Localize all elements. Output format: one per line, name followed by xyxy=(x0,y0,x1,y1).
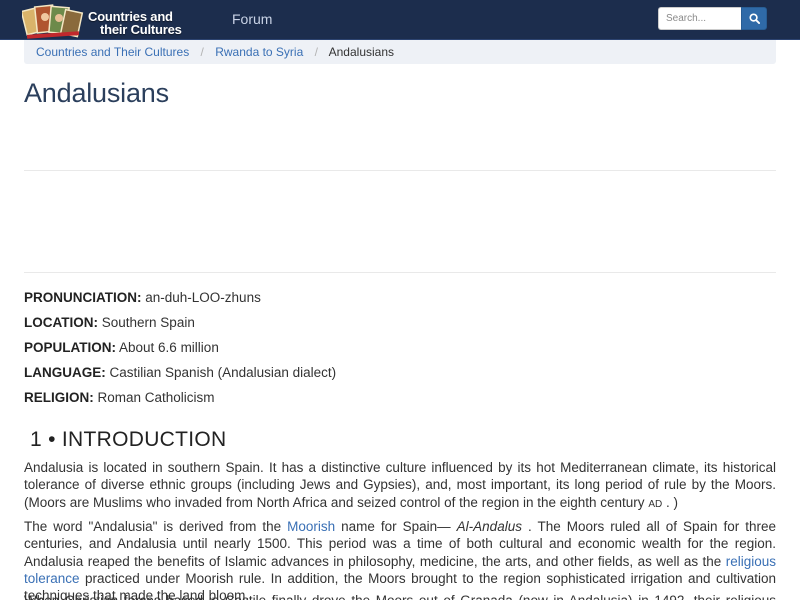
fact-label: LOCATION: xyxy=(24,315,98,330)
italic-term: Al-Andalus xyxy=(456,519,522,534)
intro-paragraph-1: Andalusia is located in southern Spain. … xyxy=(24,459,776,513)
search-icon xyxy=(748,13,760,24)
fact-label: PRONUNCIATION: xyxy=(24,290,142,305)
paragraph-text: . ) xyxy=(666,494,678,510)
fact-label: LANGUAGE: xyxy=(24,365,106,380)
fact-language: LANGUAGE: Castilian Spanish (Andalusian … xyxy=(24,364,776,389)
fact-location: LOCATION: Southern Spain xyxy=(24,314,776,339)
breadcrumb-separator: / xyxy=(314,45,318,59)
fact-pronunciation: PRONUNCIATION: an-duh-LOO-zhuns xyxy=(24,289,776,314)
moorish-link[interactable]: Moorish xyxy=(287,519,335,534)
site-logo[interactable]: Countries and their Cultures xyxy=(22,3,190,45)
nav-forum-link[interactable]: Forum xyxy=(232,11,272,27)
top-navbar: Countries and their Cultures Forum xyxy=(0,0,800,40)
paragraph-text: name for Spain— xyxy=(335,519,457,534)
logo-image xyxy=(22,4,84,39)
breadcrumb-separator: / xyxy=(200,45,204,59)
section-heading-introduction: 1 • INTRODUCTION xyxy=(30,428,227,451)
facts-list: PRONUNCIATION: an-duh-LOO-zhuns LOCATION… xyxy=(24,289,776,414)
breadcrumb: Countries and Their Cultures / Rwanda to… xyxy=(24,40,776,64)
fact-population: POPULATION: About 6.6 million xyxy=(24,339,776,364)
paragraph-text: The word "Andalusia" is derived from the xyxy=(24,519,288,534)
fact-value: Roman Catholicism xyxy=(97,390,215,405)
fact-label: POPULATION: xyxy=(24,340,116,355)
breadcrumb-countries-and-cultures[interactable]: Countries and Their Cultures xyxy=(36,45,189,59)
intro-paragraph-3: When Christian forces based in Castile f… xyxy=(24,592,776,600)
intro-paragraph-2: The word "Andalusia" is derived from the… xyxy=(24,518,776,600)
paragraph-text: Andalusia is located in southern Spain. … xyxy=(24,460,776,510)
page-title: Andalusians xyxy=(24,78,169,108)
search-input[interactable] xyxy=(658,7,742,30)
breadcrumb-current: Andalusians xyxy=(328,45,395,59)
fact-label: RELIGION: xyxy=(24,390,94,405)
divider xyxy=(24,272,776,273)
fact-religion: RELIGION: Roman Catholicism xyxy=(24,389,776,414)
fact-value: Castilian Spanish (Andalusian dialect) xyxy=(109,365,337,380)
divider xyxy=(24,170,776,171)
fact-value: Southern Spain xyxy=(101,315,195,330)
logo-text-line2: their Cultures xyxy=(100,22,182,37)
era-abbreviation: AD xyxy=(648,498,663,510)
search-button[interactable] xyxy=(741,7,767,30)
fact-value: About 6.6 million xyxy=(119,340,219,355)
breadcrumb-rwanda-to-syria[interactable]: Rwanda to Syria xyxy=(215,45,303,59)
fact-value: an-duh-LOO-zhuns xyxy=(145,290,261,305)
